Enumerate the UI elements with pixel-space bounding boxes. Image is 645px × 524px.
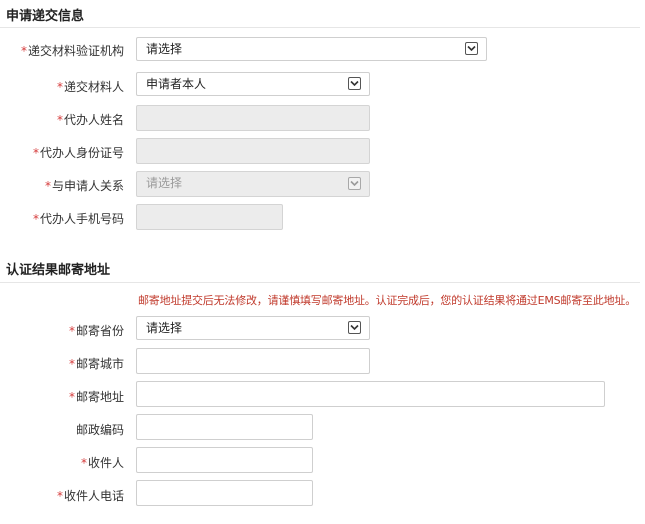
submitter-label: *递交材料人 — [56, 80, 124, 94]
province-value: 请选择 — [146, 321, 183, 335]
recipient-phone-input[interactable] — [136, 480, 313, 506]
required-mark: * — [56, 80, 63, 94]
agent-phone-label: *代办人手机号码 — [32, 212, 124, 226]
required-mark: * — [80, 456, 87, 470]
recipient-label: *收件人 — [80, 456, 124, 470]
required-mark: * — [32, 146, 39, 160]
required-mark: * — [68, 390, 75, 404]
required-mark: * — [56, 489, 63, 503]
section-divider — [0, 282, 640, 283]
relationship-value: 请选择 — [146, 176, 183, 190]
address-input[interactable] — [136, 381, 605, 407]
agent-id-input[interactable] — [136, 138, 370, 164]
recipient-input[interactable] — [136, 447, 313, 473]
agent-id-label: *代办人身份证号 — [32, 146, 124, 160]
required-mark: * — [56, 113, 63, 127]
province-select[interactable]: 请选择 — [136, 316, 370, 340]
submitter-value: 申请者本人 — [146, 77, 207, 91]
postcode-input[interactable] — [136, 414, 313, 440]
mailing-notice: 邮寄地址提交后无法修改，请谨慎填写邮寄地址。认证完成后，您的认证结果将通过EMS… — [138, 294, 637, 307]
chevron-down-icon[interactable] — [348, 321, 361, 334]
relationship-label: *与申请人关系 — [44, 179, 124, 193]
section-divider — [0, 27, 640, 28]
city-input[interactable] — [136, 348, 370, 374]
section-title-application: 申请递交信息 — [6, 9, 85, 24]
chevron-down-icon[interactable] — [348, 177, 361, 190]
section-title-mailing: 认证结果邮寄地址 — [6, 263, 111, 278]
verify-institution-value: 请选择 — [146, 42, 183, 56]
required-mark: * — [44, 179, 51, 193]
recipient-phone-label: *收件人电话 — [56, 489, 124, 503]
agent-phone-input[interactable] — [136, 204, 283, 230]
chevron-down-icon[interactable] — [465, 42, 478, 55]
chevron-down-icon[interactable] — [348, 77, 361, 90]
submitter-select[interactable]: 申请者本人 — [136, 72, 370, 96]
agent-name-input[interactable] — [136, 105, 370, 131]
verify-institution-label: *递交材料验证机构 — [20, 44, 124, 58]
city-label: *邮寄城市 — [68, 357, 124, 371]
required-mark: * — [20, 44, 27, 58]
agent-name-label: *代办人姓名 — [56, 113, 124, 127]
required-mark: * — [68, 324, 75, 338]
required-mark: * — [32, 212, 39, 226]
postcode-label: 邮政编码 — [75, 423, 124, 437]
address-label: *邮寄地址 — [68, 390, 124, 404]
verify-institution-select[interactable]: 请选择 — [136, 37, 487, 61]
required-mark: * — [68, 357, 75, 371]
relationship-select[interactable]: 请选择 — [136, 171, 370, 197]
province-label: *邮寄省份 — [68, 324, 124, 338]
